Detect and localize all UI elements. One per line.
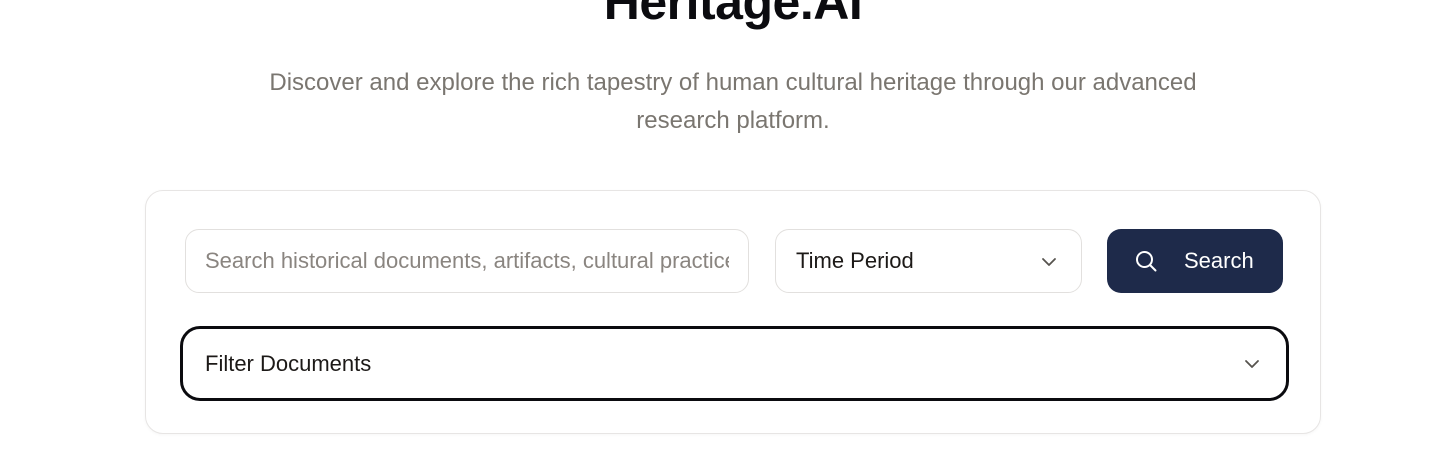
chevron-down-icon: [1245, 360, 1259, 368]
page-title: Heritage.AI: [603, 0, 863, 30]
page-subtitle: Discover and explore the rich tapestry o…: [269, 69, 1197, 134]
search-panel: Time Period Search Filter Documents: [145, 190, 1321, 434]
filter-documents-dropdown[interactable]: Filter Documents: [180, 326, 1289, 401]
time-period-dropdown[interactable]: Time Period: [775, 229, 1082, 293]
time-period-label: Time Period: [796, 248, 914, 273]
search-button[interactable]: Search: [1107, 229, 1283, 293]
search-input[interactable]: [185, 229, 749, 293]
chevron-down-icon: [1042, 258, 1056, 266]
filter-documents-label: Filter Documents: [205, 351, 372, 376]
search-button-label: Search: [1184, 248, 1254, 273]
search-icon: [1136, 251, 1157, 272]
page: Heritage.AI Discover and explore the ric…: [0, 0, 1432, 462]
